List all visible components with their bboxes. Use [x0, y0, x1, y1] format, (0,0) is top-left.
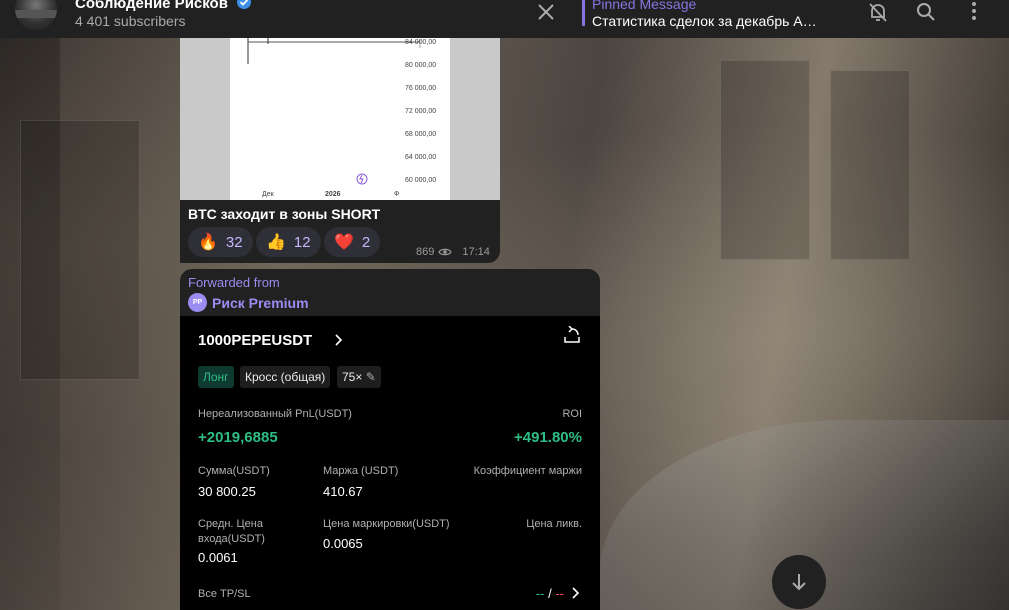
chart-image[interactable]: 84 000,00 80 000,00 76 000,00 72 000,00 …: [180, 38, 500, 200]
wallpaper-window: [20, 120, 140, 380]
entry-price-label-2: входа(USDT): [198, 533, 265, 545]
scroll-to-bottom-button[interactable]: [772, 555, 826, 609]
liq-price-label: Цена ликв.: [526, 518, 582, 530]
wallpaper-window: [830, 70, 910, 260]
y-tick-label: 72 000,00: [405, 108, 437, 115]
more-vertical-icon[interactable]: [962, 0, 986, 24]
thumbs-up-emoji-icon: 👍: [266, 234, 286, 251]
y-tick-label: 60 000,00: [405, 177, 437, 184]
unrealized-pnl-value: +2019,6885: [198, 429, 278, 446]
margin-label: Маржа (USDT): [323, 465, 399, 477]
sl-value: --: [555, 586, 564, 601]
reaction-count: 32: [225, 233, 243, 251]
chart-screenshot: 84 000,00 80 000,00 76 000,00 72 000,00 …: [230, 38, 450, 200]
view-count: 869: [416, 246, 435, 258]
fire-emoji-icon: 🔥: [198, 234, 218, 251]
reaction-thumbs-up[interactable]: 👍 12: [256, 227, 321, 257]
position-screenshot[interactable]: 1000PEPEUSDT Лонг Кросс (общая) 75× ✎ Не…: [180, 316, 600, 610]
mute-bell-icon[interactable]: [866, 0, 890, 24]
eye-icon: [438, 248, 453, 256]
reaction-heart[interactable]: ❤️ 2: [324, 227, 381, 257]
leverage-value: 75×: [342, 370, 363, 384]
tpsl-label: Все TP/SL: [198, 588, 251, 600]
tpsl-values: -- / --: [536, 586, 564, 601]
entry-price-value: 0.0061: [198, 550, 238, 565]
y-tick-label: 76 000,00: [405, 85, 437, 92]
close-icon[interactable]: [534, 0, 558, 24]
y-tick-label: 84 000,00: [405, 39, 437, 46]
margin-value: 410.67: [323, 484, 363, 499]
forwarded-label: Forwarded from: [188, 275, 280, 290]
message-bubble[interactable]: Forwarded from PP Риск Premium 1000PEPEU…: [180, 269, 600, 610]
y-tick-label: 64 000,00: [405, 154, 437, 161]
message-time: 17:14: [462, 246, 490, 258]
channel-title-text: Соблюдение Рисков: [75, 0, 228, 12]
forward-source[interactable]: PP Риск Premium: [188, 293, 309, 312]
source-avatar: PP: [188, 293, 207, 312]
size-label: Сумма(USDT): [198, 465, 270, 477]
share-icon: [564, 326, 580, 343]
reaction-count: 2: [361, 233, 371, 251]
tp-value: --: [535, 586, 545, 601]
reaction-fire[interactable]: 🔥 32: [188, 227, 253, 257]
x-tick-label: 2026: [325, 191, 341, 198]
search-icon[interactable]: [914, 0, 938, 24]
message-caption: BTC заходит в зоны SHORT: [188, 206, 381, 222]
leverage-tag: 75× ✎: [337, 366, 381, 388]
mark-price-label: Цена маркировки(USDT): [323, 518, 450, 530]
position-symbol: 1000PEPEUSDT: [198, 332, 313, 349]
heart-emoji-icon: ❤️: [334, 234, 354, 251]
unrealized-pnl-label: Нереализованный PnL(USDT): [198, 408, 352, 420]
size-value: 30 800.25: [198, 484, 256, 499]
roi-label: ROI: [562, 408, 582, 420]
side-tag: Лонг: [198, 366, 234, 388]
pinned-message-text[interactable]: Статистика сделок за декабрь ALL...: [592, 13, 824, 29]
channel-title[interactable]: Соблюдение Рисков: [75, 0, 252, 12]
margin-mode-tag: Кросс (общая): [240, 366, 331, 388]
message-bubble[interactable]: 84 000,00 80 000,00 76 000,00 72 000,00 …: [180, 38, 500, 263]
chevron-right-icon: [572, 587, 580, 599]
y-tick-label: 68 000,00: [405, 131, 437, 138]
source-name: Риск Premium: [212, 294, 309, 311]
entry-price-label: Средн. Цена: [198, 518, 263, 530]
x-tick-label: Дек: [262, 191, 274, 198]
channel-avatar[interactable]: [15, 0, 57, 30]
verified-badge-icon: [237, 0, 252, 9]
reaction-count: 12: [293, 233, 311, 251]
margin-ratio-label: Коэффициент маржи: [473, 465, 582, 477]
y-tick-label: 80 000,00: [405, 62, 437, 69]
chevron-right-icon: [335, 334, 343, 346]
message-meta: 869 17:14: [416, 246, 490, 258]
roi-value: +491.80%: [514, 429, 582, 446]
pinned-indicator: [582, 0, 585, 26]
x-tick-label: Ф: [394, 191, 400, 198]
pinned-message-label[interactable]: Pinned Message: [592, 0, 696, 12]
tpsl-separator: /: [548, 586, 552, 601]
edit-pencil-icon: ✎: [365, 370, 376, 384]
subscriber-count: 4 401 subscribers: [75, 13, 186, 29]
chat-header: Соблюдение Рисков 4 401 subscribers Pinn…: [0, 0, 1009, 38]
arrow-down-icon: [792, 574, 806, 591]
mark-price-value: 0.0065: [323, 536, 363, 551]
wallpaper-window: [720, 60, 810, 260]
